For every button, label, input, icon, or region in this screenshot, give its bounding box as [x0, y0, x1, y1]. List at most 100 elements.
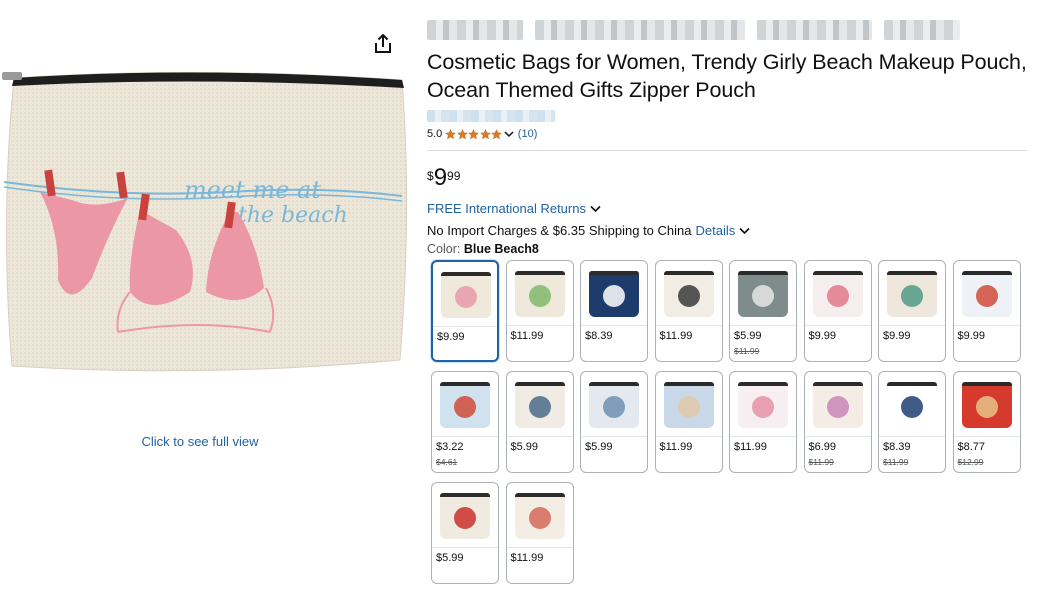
swatch-price: $11.99 [659, 330, 693, 342]
divider [655, 436, 722, 437]
swatch-price: $11.99 [510, 330, 544, 342]
divider [879, 325, 945, 326]
swatch-pattern [826, 396, 849, 418]
color-swatch[interactable]: $11.99 [654, 371, 723, 473]
color-swatch[interactable]: $9.99 [803, 260, 872, 362]
free-returns-link[interactable]: FREE International Returns [427, 201, 1027, 216]
image-text-beach: the beach [238, 203, 348, 228]
swatch-original-price: $11.99 [734, 346, 760, 356]
divider [804, 436, 871, 437]
swatch-pattern [528, 507, 551, 529]
swatch-thumbnail [589, 271, 639, 317]
brand-link-blurred[interactable] [427, 20, 1027, 42]
swatch-price: $11.99 [659, 441, 693, 453]
swatch-original-price: $12.99 [957, 457, 984, 467]
rating-count-link[interactable]: (10) [518, 128, 538, 140]
swatch-price: $5.99 [734, 330, 762, 342]
swatch-pattern [752, 396, 774, 418]
color-label: Color: [427, 242, 461, 256]
divider [581, 325, 647, 326]
swatch-price: $9.99 [883, 330, 911, 342]
color-swatch[interactable]: $9.99 [952, 260, 1021, 362]
main-product-image[interactable]: meet me at the beach [0, 60, 412, 390]
swatch-price: $9.99 [437, 331, 465, 343]
divider [506, 325, 573, 326]
divider [506, 436, 573, 437]
swatch-thumbnail [440, 493, 490, 539]
divider [879, 436, 945, 437]
chevron-down-icon[interactable] [504, 130, 514, 138]
swatch-pattern [752, 285, 774, 307]
rating-stars[interactable] [445, 128, 503, 140]
swatch-original-price: $4.61 [436, 457, 458, 467]
swatch-pattern [901, 396, 923, 418]
swatch-pattern [603, 285, 625, 307]
swatch-original-price: $11.99 [808, 457, 834, 467]
color-swatch[interactable]: $11.99 [654, 260, 723, 362]
color-swatch[interactable]: $5.99 [431, 482, 499, 584]
swatch-pattern [454, 507, 476, 529]
color-swatch[interactable]: $9.99 [431, 260, 499, 362]
color-swatch[interactable]: $8.77 $12.99 [952, 371, 1021, 473]
swatch-thumbnail [887, 382, 937, 428]
color-swatch[interactable]: $5.99 [580, 371, 648, 473]
star-icon [491, 128, 503, 139]
swatch-thumbnail [663, 271, 714, 317]
share-icon [375, 34, 391, 53]
swatch-original-price: $11.99 [883, 457, 909, 467]
import-charges: No Import Charges & $6.35 Shipping to Ch… [427, 223, 1027, 238]
swatch-thumbnail [961, 271, 1012, 317]
color-swatch[interactable]: $11.99 [505, 260, 574, 362]
color-value: Blue Beach8 [463, 242, 539, 256]
color-swatch[interactable]: $5.99 [505, 371, 574, 473]
color-swatch[interactable]: $11.99 [505, 482, 574, 584]
price: $ 9 99 [427, 165, 1027, 193]
chevron-down-icon[interactable] [739, 227, 750, 235]
color-swatch[interactable]: $5.99 $11.99 [729, 260, 797, 362]
details-link[interactable]: Details [696, 223, 736, 238]
color-swatch[interactable]: $6.99 $11.99 [803, 371, 872, 473]
swatch-thumbnail [663, 382, 714, 428]
divider [730, 325, 796, 326]
swatch-thumbnail [812, 382, 863, 428]
color-swatch[interactable]: $11.99 [729, 371, 797, 473]
divider [655, 325, 722, 326]
star-icon [479, 128, 491, 139]
color-selection: Color: Blue Beach8 [427, 242, 1027, 256]
color-swatch[interactable]: $9.99 [878, 260, 946, 362]
swatch-thumbnail [738, 271, 788, 317]
swatch-thumbnail [440, 382, 490, 428]
star-icon [468, 128, 480, 139]
color-swatch[interactable]: $8.39 $11.99 [878, 371, 946, 473]
swatch-pattern [454, 396, 476, 418]
swatch-thumbnail [514, 382, 565, 428]
free-returns-label: FREE International Returns [427, 201, 586, 216]
swatch-price: $11.99 [734, 441, 767, 453]
color-swatch[interactable]: $3.22 $4.61 [431, 371, 499, 473]
swatch-pattern [677, 396, 700, 418]
divider [953, 325, 1020, 326]
swatch-thumbnail [812, 271, 863, 317]
swatch-thumbnail [514, 271, 565, 317]
swatch-pattern [901, 285, 923, 307]
star-icon [445, 128, 457, 139]
product-title: Cosmetic Bags for Women, Trendy Girly Be… [427, 50, 1027, 102]
swatch-price: $8.77 [957, 441, 986, 453]
store-link-blurred[interactable] [427, 110, 555, 122]
swatch-price: $5.99 [585, 441, 613, 453]
price-fraction: 99 [447, 169, 461, 183]
swatch-price: $8.39 [585, 330, 613, 342]
swatch-price: $6.99 [808, 441, 837, 453]
divider [506, 547, 573, 548]
swatch-pattern [603, 396, 625, 418]
swatch-thumbnail [738, 382, 788, 428]
swatch-thumbnail [887, 271, 937, 317]
swatch-pattern [975, 285, 998, 307]
full-view-link[interactable]: Click to see full view [0, 434, 400, 449]
swatch-pattern [677, 285, 700, 307]
divider [433, 326, 497, 327]
star-icon [456, 128, 468, 139]
image-text-meet: meet me at [184, 176, 321, 204]
share-button[interactable] [372, 32, 394, 56]
color-swatch[interactable]: $8.39 [580, 260, 648, 362]
